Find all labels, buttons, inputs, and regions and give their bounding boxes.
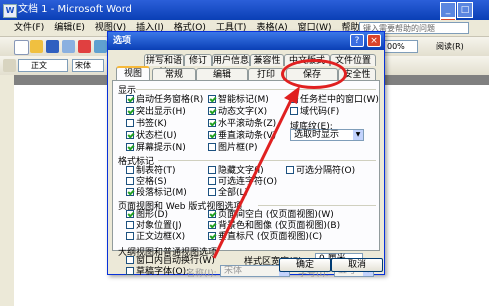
annotation-arrow-icon: [212, 86, 300, 259]
